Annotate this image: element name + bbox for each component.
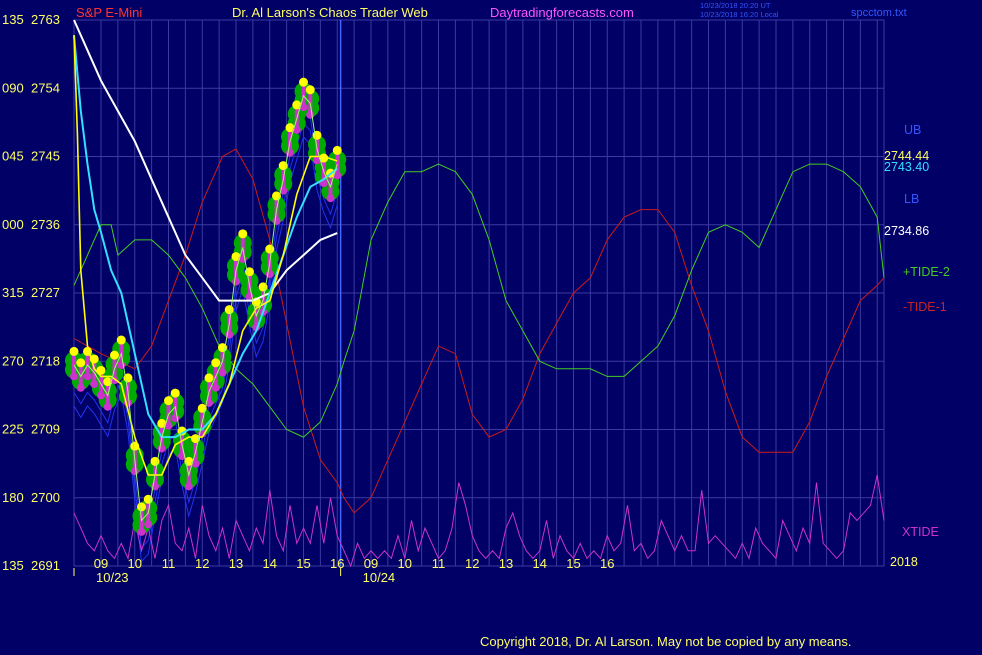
y-tick-right: 2745	[31, 149, 60, 164]
price-high-marker	[238, 229, 248, 239]
label-tide1: -TIDE-1	[903, 300, 947, 314]
x-tick-label: 11	[432, 556, 446, 571]
price-high-marker	[116, 335, 126, 345]
x-tick-label: 10	[128, 556, 142, 571]
price-high-marker	[332, 145, 342, 155]
y-tick-left: 270	[2, 353, 24, 368]
x-tick-label: 15	[566, 556, 580, 571]
data-file-name: spcctom.txt	[851, 7, 907, 19]
x-tick-label: 15	[296, 556, 310, 571]
price-low-marker	[272, 216, 281, 225]
price-high-marker	[170, 388, 180, 398]
price-low-marker	[76, 383, 85, 392]
price-low-marker	[184, 482, 193, 491]
price-low-marker	[137, 527, 146, 536]
y-tick-left: 180	[2, 490, 24, 505]
date-label: 10/24	[363, 570, 396, 585]
y-tick-left: 090	[2, 80, 24, 95]
label-white-value: 2734.86	[884, 224, 929, 238]
y-tick-left: 045	[2, 149, 24, 164]
price-high-marker	[305, 85, 315, 95]
price-low-marker	[218, 368, 227, 377]
price-high-marker	[204, 373, 214, 383]
label-ub: UB	[904, 123, 921, 137]
price-low-marker	[326, 194, 335, 203]
price-low-marker	[232, 277, 240, 286]
price-high-marker	[137, 502, 146, 512]
y-tick-left: 225	[2, 422, 24, 437]
timestamp-ut: 10/23/2018 20:20 UT	[700, 1, 771, 10]
y-tick-left: 135	[2, 558, 24, 573]
price-high-marker	[299, 77, 308, 87]
x-tick-label: 11	[162, 556, 176, 571]
x-tick-label: 13	[499, 556, 513, 571]
date-label: 10/23	[96, 570, 129, 585]
site-url: Daytradingforecasts.com	[490, 5, 634, 20]
price-high-marker	[265, 244, 275, 254]
price-low-marker	[306, 110, 315, 119]
price-high-marker	[69, 346, 79, 356]
x-tick-label: 12	[465, 556, 479, 571]
y-tick-right: 2691	[31, 558, 60, 573]
chart-area: 135 2763 090 2754 045 2745 000 2736 315 2727 270 27…	[0, 0, 982, 650]
chart-svg: 135 2763 090 2754 045 2745 000 2736 315 2727 270 27…	[0, 0, 982, 650]
price-low-marker	[70, 372, 78, 381]
y-tick-left: 315	[2, 285, 24, 300]
x-tick-label: 16	[600, 556, 614, 571]
label-cyan-value: 2743.40	[884, 160, 929, 174]
site-title: Dr. Al Larson's Chaos Trader Web	[232, 5, 428, 20]
x-tick-label: 09	[94, 556, 108, 571]
x-tick-label: 14	[533, 556, 547, 571]
y-tick-left: 135	[2, 12, 24, 27]
price-low-marker	[83, 372, 92, 381]
x-tick-label: 13	[229, 556, 243, 571]
price-low-marker	[103, 402, 112, 411]
y-tick-left: 000	[2, 217, 24, 232]
price-high-marker	[224, 305, 234, 315]
y-tick-right: 2754	[31, 80, 60, 95]
x-tick-label: 09	[364, 556, 378, 571]
year-label: 2018	[890, 555, 918, 569]
price-low-marker	[130, 467, 139, 476]
price-low-marker	[211, 383, 220, 392]
y-tick-right: 2736	[31, 217, 60, 232]
price-high-marker	[312, 130, 322, 140]
x-tick-label: 12	[195, 556, 209, 571]
instrument-title: S&P E-Mini	[76, 5, 142, 20]
price-high-marker	[76, 358, 86, 368]
y-tick-right: 2718	[31, 353, 60, 368]
x-tick-label: 14	[263, 556, 277, 571]
y-tick-right: 2700	[31, 490, 60, 505]
price-low-marker	[144, 520, 153, 529]
price-high-marker	[211, 358, 221, 368]
price-low-marker	[97, 391, 105, 400]
x-tick-label: 10	[398, 556, 412, 571]
y-tick-right: 2727	[31, 285, 60, 300]
label-xtide: XTIDE	[902, 525, 939, 539]
copyright-notice: Copyright 2018, Dr. Al Larson. May not b…	[480, 634, 852, 649]
price-low-marker	[90, 380, 99, 388]
x-tick-label: 16	[330, 556, 344, 571]
price-high-marker	[110, 350, 119, 360]
label-tide2: +TIDE-2	[903, 265, 950, 279]
y-tick-right: 2763	[31, 12, 60, 27]
y-tick-right: 2709	[31, 422, 60, 437]
price-high-marker	[164, 396, 173, 406]
timestamp-local: 10/23/2018 16:20 Local	[700, 10, 779, 19]
label-lb: LB	[904, 192, 919, 206]
